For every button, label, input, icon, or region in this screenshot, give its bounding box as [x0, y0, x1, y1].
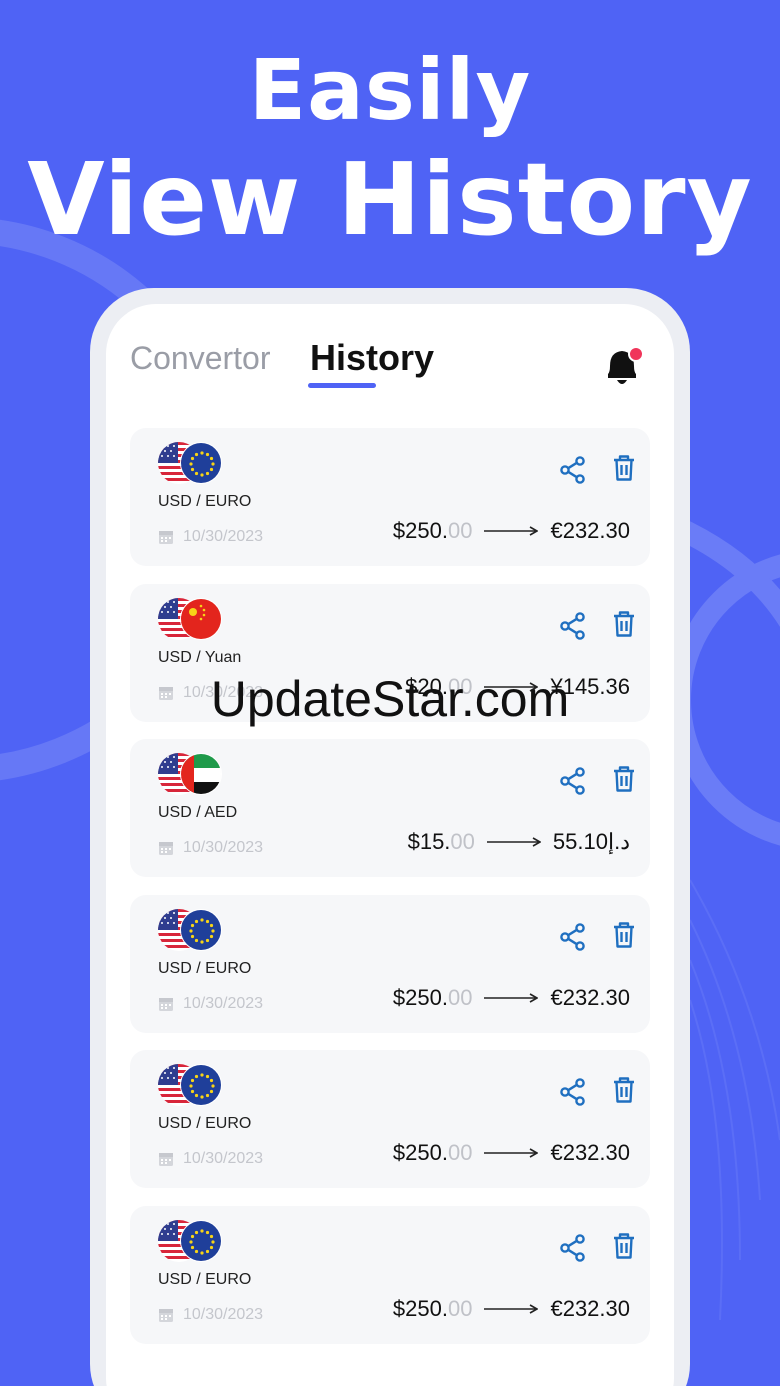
conversion-date-row: 10/30/2023: [158, 1306, 263, 1324]
history-card[interactable]: USD / EURO 10/30/2023 $250.00 €232.30: [130, 428, 650, 566]
calendar-icon: [159, 1308, 173, 1322]
currency-flags: [158, 597, 222, 642]
conversion-amounts: $250.00 €232.30: [393, 1140, 630, 1166]
conversion-amounts: $250.00 €232.30: [393, 985, 630, 1011]
history-card[interactable]: USD / EURO 10/30/2023 $250.00 €232.30: [130, 1205, 650, 1344]
arrow-right-icon: [484, 526, 539, 536]
calendar-icon: [159, 1153, 173, 1166]
currency-pair: USD / EURO: [158, 1270, 252, 1288]
currency-pair: USD / Yuan: [158, 648, 242, 666]
from-amount: $250.00: [392, 518, 473, 543]
arrow-right-icon: [484, 1148, 539, 1158]
share-icon[interactable]: [560, 767, 586, 795]
arrow-right-icon: [486, 837, 541, 847]
calendar-icon: [159, 842, 173, 855]
conversion-date-row: 10/30/2023: [158, 995, 263, 1013]
flag-cn-icon: [180, 597, 222, 640]
currency-pair: USD / EURO: [158, 493, 252, 510]
flag-eu-icon: [180, 1064, 222, 1106]
calendar-icon: [159, 997, 173, 1011]
active-tab-indicator: [308, 383, 376, 388]
from-amount: $250.00: [392, 1295, 473, 1321]
currency-pair: USD / EURO: [158, 959, 252, 977]
conversion-date: 10/30/2023: [183, 994, 264, 1012]
from-amount: $250.00: [392, 984, 473, 1010]
currency-flags: [158, 753, 222, 797]
share-icon[interactable]: [560, 611, 586, 640]
trash-icon[interactable]: [612, 765, 636, 793]
to-amount: €232.30: [550, 1140, 630, 1165]
to-amount: €232.30: [550, 518, 630, 543]
currency-pair: USD / AED: [158, 804, 238, 821]
trash-icon[interactable]: [612, 610, 636, 638]
tab-history[interactable]: History: [310, 337, 434, 379]
currency-flags: [158, 442, 222, 486]
to-amount: €232.30: [550, 984, 630, 1010]
watermark: UpdateStar.com: [210, 671, 570, 727]
share-icon[interactable]: [560, 922, 586, 951]
arrow-right-icon: [484, 1303, 539, 1314]
to-amount: 55.10د.إ: [552, 829, 630, 854]
share-icon[interactable]: [560, 1078, 586, 1106]
flag-eu-icon: [180, 1219, 222, 1262]
notification-dot: [628, 346, 644, 362]
currency-flags: [158, 1219, 222, 1264]
headline-line-2: View History: [27, 141, 753, 258]
currency-pair: USD / EURO: [158, 1115, 252, 1132]
from-amount: $250.00: [392, 1140, 473, 1165]
share-icon[interactable]: [560, 1233, 586, 1262]
history-card[interactable]: USD / AED 10/30/2023 $15.00 55.10د.إ: [130, 739, 650, 877]
phone-frame: Convertor History USD / EURO 10/30/2023: [90, 288, 690, 1386]
history-card[interactable]: USD / EURO 10/30/2023 $250.00 €232.30: [130, 1050, 650, 1188]
conversion-amounts: $250.00 €232.30: [393, 1296, 630, 1322]
conversion-date-row: 10/30/2023: [158, 528, 263, 546]
history-card[interactable]: USD / EURO 10/30/2023 $250.00 €232.30: [130, 894, 650, 1033]
conversion-date: 10/30/2023: [183, 839, 264, 856]
trash-icon[interactable]: [612, 921, 636, 949]
flag-eu-icon: [180, 908, 222, 951]
trash-icon[interactable]: [612, 1232, 636, 1260]
app-screen: Convertor History USD / EURO 10/30/2023: [106, 304, 674, 1386]
conversion-date: 10/30/2023: [183, 1150, 264, 1167]
bell-icon[interactable]: [602, 344, 646, 390]
calendar-icon: [159, 531, 173, 544]
arrow-right-icon: [484, 992, 539, 1003]
to-amount: €232.30: [550, 1295, 630, 1321]
conversion-amounts: $15.00 55.10د.إ: [408, 829, 630, 855]
conversion-date: 10/30/2023: [183, 1305, 264, 1323]
trash-icon[interactable]: [612, 454, 636, 482]
trash-icon[interactable]: [612, 1076, 636, 1104]
conversion-amounts: $250.00 €232.30: [393, 518, 630, 544]
conversion-date-row: 10/30/2023: [158, 839, 263, 857]
conversion-date: 10/30/2023: [183, 528, 264, 545]
currency-flags: [158, 1064, 222, 1108]
flag-eu-icon: [180, 442, 222, 484]
headline-line-1: Easily: [248, 41, 532, 139]
share-icon[interactable]: [560, 456, 586, 484]
currency-flags: [158, 908, 222, 953]
from-amount: $15.00: [407, 829, 475, 854]
tab-convertor[interactable]: Convertor: [130, 340, 271, 377]
conversion-date-row: 10/30/2023: [158, 1150, 263, 1168]
flag-ae-icon: [180, 753, 222, 795]
